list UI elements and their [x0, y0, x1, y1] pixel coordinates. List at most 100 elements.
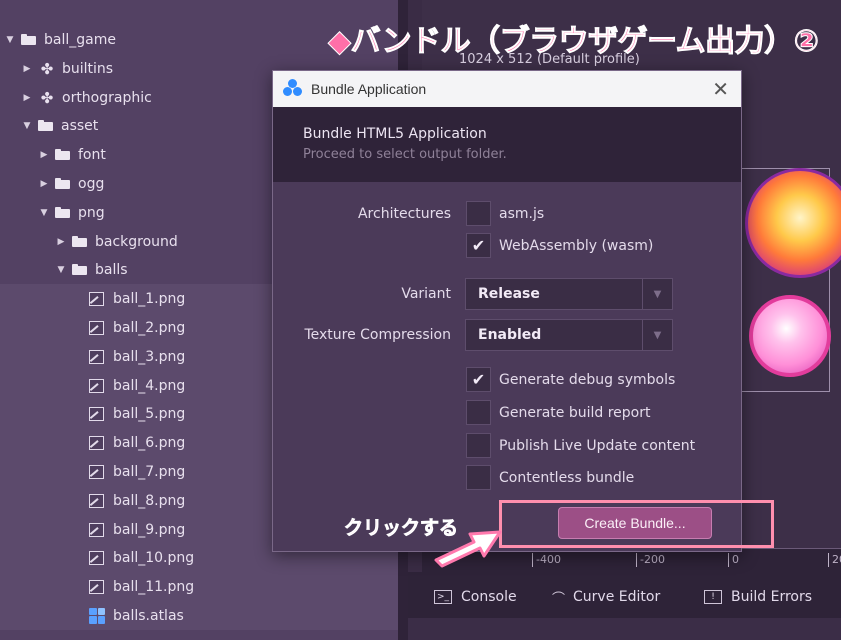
texture-compression-value: Enabled — [478, 327, 542, 343]
folder-icon — [55, 207, 70, 218]
variant-value: Release — [478, 286, 540, 302]
image-icon — [89, 464, 104, 479]
tree-item-label: ogg — [78, 175, 105, 192]
tree-item-label: builtins — [62, 60, 114, 77]
folder-icon — [38, 120, 53, 131]
tree-item-label: ball_10.png — [113, 549, 195, 566]
tab-build-errors[interactable]: ! Build Errors — [704, 582, 812, 612]
tree-item-label: background — [95, 233, 178, 250]
highlight-frame — [499, 500, 774, 548]
tree-item-label: asset — [61, 117, 99, 134]
tree-item[interactable]: ▶ball_11.png — [0, 572, 398, 601]
expand-arrow-icon[interactable]: ▼ — [55, 265, 67, 275]
dialog-heading: Bundle HTML5 Application — [303, 126, 487, 142]
tab-build-errors-label: Build Errors — [731, 589, 813, 605]
tree-item-label: png — [78, 204, 105, 221]
folder-icon — [21, 34, 36, 45]
tutorial-title: ◆バンドル（ブラウザゲーム出力）② — [328, 24, 820, 60]
pointer-arrow-icon — [434, 530, 502, 568]
ruler-tick: 200 — [828, 553, 841, 567]
tree-item-label: balls — [95, 261, 128, 278]
tree-item-label: orthographic — [62, 89, 152, 106]
tree-item-label: ball_8.png — [113, 492, 186, 509]
expand-arrow-icon[interactable]: ▼ — [38, 208, 50, 218]
checkbox-contentless-label: Contentless bundle — [499, 470, 635, 486]
tree-item[interactable]: ▶balls.atlas — [0, 601, 398, 630]
folder-icon — [72, 236, 87, 247]
dialog-subheading: Proceed to select output folder. — [303, 147, 507, 162]
texture-compression-label: Texture Compression — [304, 327, 451, 343]
terminal-icon: >_ — [434, 590, 452, 604]
tab-console-label: Console — [461, 589, 517, 605]
folder-icon — [55, 149, 70, 160]
checkbox-build-report[interactable] — [466, 400, 491, 425]
checkbox-live-update[interactable] — [466, 433, 491, 458]
dialog-header: Bundle HTML5 Application Proceed to sele… — [273, 107, 741, 182]
close-icon[interactable]: ✕ — [712, 77, 729, 102]
defold-app-icon — [283, 79, 303, 99]
ruler-tick: 0 — [728, 553, 739, 567]
checkbox-live-update-label: Publish Live Update content — [499, 438, 696, 454]
dialog-title: Bundle Application — [311, 81, 427, 97]
image-icon — [89, 493, 104, 508]
checkmark-icon: ✔ — [471, 370, 486, 389]
build-errors-icon: ! — [704, 590, 722, 604]
tree-item-label: ball_game — [44, 31, 116, 48]
checkbox-build-report-label: Generate build report — [499, 405, 651, 421]
curve-icon: ⌒ — [552, 591, 566, 607]
dialog-titlebar[interactable]: Bundle Application ✕ — [273, 71, 741, 107]
image-icon — [89, 550, 104, 565]
image-icon — [89, 406, 104, 421]
image-icon — [89, 291, 104, 306]
ruler-tick: -200 — [636, 553, 665, 567]
tree-item-label: font — [78, 146, 106, 163]
tree-item-label: ball_6.png — [113, 434, 186, 451]
checkbox-asmjs-label: asm.js — [499, 206, 545, 222]
image-icon — [89, 522, 104, 537]
tab-console[interactable]: >_ Console — [434, 582, 517, 612]
checkbox-wasm-label: WebAssembly (wasm) — [499, 238, 654, 254]
ball-sprite-pink — [749, 295, 831, 377]
checkbox-debug-symbols[interactable]: ✔ — [466, 367, 491, 392]
folder-icon — [55, 178, 70, 189]
image-icon — [89, 435, 104, 450]
expand-arrow-icon[interactable]: ▼ — [21, 121, 33, 131]
chevron-down-icon: ▼ — [642, 279, 672, 309]
architectures-label: Architectures — [357, 206, 451, 222]
collapse-arrow-icon[interactable]: ▶ — [55, 237, 67, 247]
collapse-arrow-icon[interactable]: ▶ — [38, 179, 50, 189]
tab-curve-editor[interactable]: ⌒ Curve Editor — [552, 582, 660, 612]
tab-curve-editor-label: Curve Editor — [573, 589, 661, 605]
atlas-icon — [89, 607, 105, 624]
collapse-arrow-icon[interactable]: ▶ — [38, 150, 50, 160]
puzzle-icon: ✤ — [40, 59, 54, 78]
chevron-down-icon: ▼ — [642, 320, 672, 350]
tree-item-label: ball_3.png — [113, 348, 186, 365]
checkbox-asmjs[interactable] — [466, 201, 491, 226]
image-icon — [89, 349, 104, 364]
checkbox-wasm[interactable]: ✔ — [466, 233, 491, 258]
tree-item-label: ball_11.png — [113, 578, 195, 595]
tree-item-label: ball_9.png — [113, 521, 186, 538]
variant-label: Variant — [401, 286, 451, 302]
image-icon — [89, 579, 104, 594]
variant-select[interactable]: Release ▼ — [465, 278, 673, 310]
console-area — [408, 618, 841, 640]
collapse-arrow-icon[interactable]: ▶ — [21, 64, 33, 74]
bundle-application-dialog: Bundle Application ✕ Bundle HTML5 Applic… — [272, 70, 742, 552]
image-icon — [89, 378, 104, 393]
expand-arrow-icon[interactable]: ▼ — [4, 35, 16, 45]
tree-item-label: ball_7.png — [113, 463, 186, 480]
tree-item-label: balls.atlas — [113, 607, 184, 624]
puzzle-icon: ✤ — [40, 88, 54, 107]
texture-compression-select[interactable]: Enabled ▼ — [465, 319, 673, 351]
checkbox-contentless[interactable] — [466, 465, 491, 490]
checkbox-debug-symbols-label: Generate debug symbols — [499, 372, 676, 388]
checkmark-icon: ✔ — [471, 236, 486, 255]
image-icon — [89, 320, 104, 335]
collapse-arrow-icon[interactable]: ▶ — [21, 93, 33, 103]
tree-item-label: ball_2.png — [113, 319, 186, 336]
ruler-tick: -400 — [532, 553, 561, 567]
folder-icon — [72, 264, 87, 275]
tree-item-label: ball_4.png — [113, 377, 186, 394]
